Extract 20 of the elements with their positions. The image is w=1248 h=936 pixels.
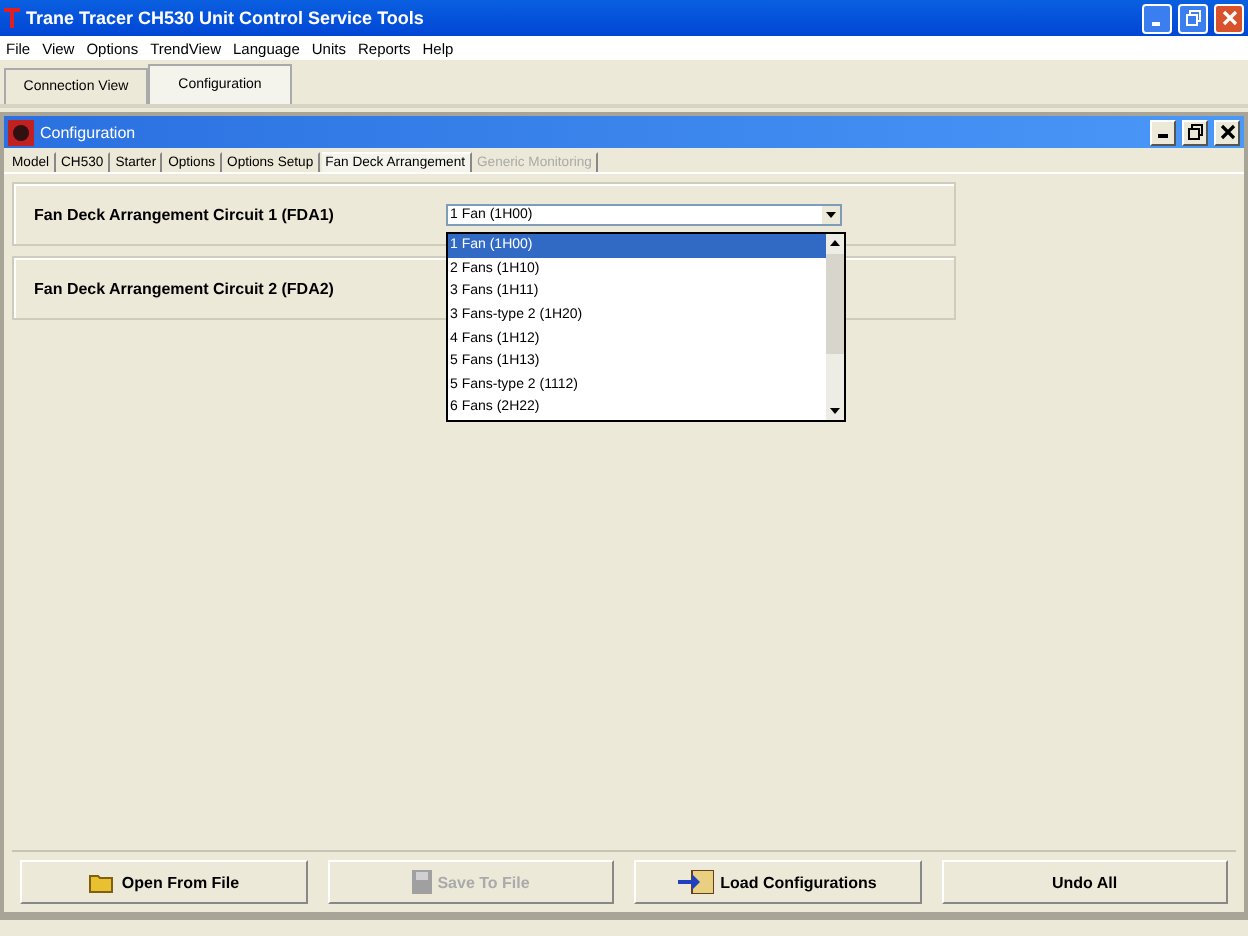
action-button[interactable]: Open From File [20,860,307,904]
close-button[interactable] [1214,119,1240,145]
setting-label: Fan Deck Arrangement Circuit 2 (FDA2) [34,279,336,297]
app-badge-icon [8,119,34,145]
close-icon [1219,124,1235,140]
window-title: Trane Tracer CH530 Unit Control Service Tools [26,8,426,28]
app-logo-icon [4,6,20,30]
dropdown-arrow-icon [822,205,840,223]
folder-icon [87,870,116,894]
load-icon [678,870,715,894]
restore-icon [1187,124,1203,140]
setting-label: Fan Deck Arrangement Circuit 1 (FDA1) [34,205,336,223]
action-button[interactable]: Load Configurations [634,860,921,904]
restore-button[interactable] [1182,119,1208,145]
action-button[interactable]: Undo All [941,860,1228,904]
scrollbar[interactable] [826,234,844,420]
close-icon [1221,10,1237,26]
minimize-button[interactable] [1150,119,1176,145]
restore-icon [1185,10,1201,26]
child-window-title: Configuration [40,123,138,141]
